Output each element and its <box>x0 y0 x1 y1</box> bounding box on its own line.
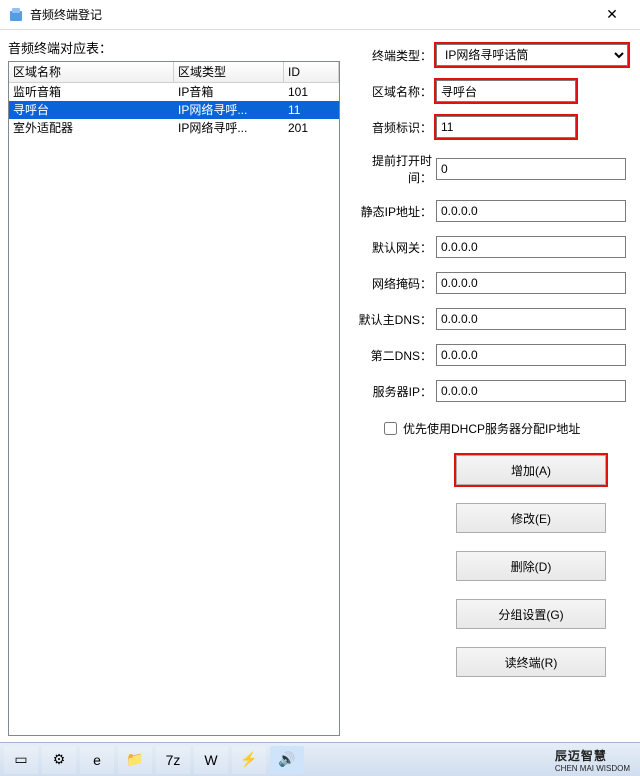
table-label: 音频终端对应表： <box>8 38 340 57</box>
table-row[interactable]: 室外适配器IP网络寻呼...201 <box>9 119 339 137</box>
terminal-type-label: 终端类型： <box>354 47 432 64</box>
brand-logo: 辰迈智慧 CHEN MAI WISDOM <box>555 747 636 773</box>
terminal-table[interactable]: 区域名称 区域类型 ID 监听音箱IP音箱101寻呼台IP网络寻呼...11室外… <box>8 61 340 736</box>
area-name-label: 区域名称： <box>354 83 432 100</box>
preopen-input[interactable] <box>436 158 626 180</box>
gateway-label: 默认网关： <box>354 239 432 256</box>
area-name-input[interactable] <box>436 80 576 102</box>
table-cell: 室外适配器 <box>9 119 174 137</box>
table-row[interactable]: 寻呼台IP网络寻呼...11 <box>9 101 339 119</box>
window-title: 音频终端登记 <box>30 6 592 23</box>
taskbar: ▭⚙e📁7zW⚡🔊 辰迈智慧 CHEN MAI WISDOM <box>0 742 640 776</box>
netmask-input[interactable] <box>436 272 626 294</box>
static-ip-input[interactable] <box>436 200 626 222</box>
netmask-label: 网络掩码： <box>354 275 432 292</box>
audio-id-input[interactable] <box>436 116 576 138</box>
th-area-name[interactable]: 区域名称 <box>9 62 174 82</box>
dns2-label: 第二DNS： <box>354 347 432 364</box>
dns1-input[interactable] <box>436 308 626 330</box>
table-cell: IP音箱 <box>174 83 284 101</box>
right-panel: 终端类型： IP网络寻呼话筒 区域名称： 音频标识： 提前打开时间： 静态IP地… <box>340 38 634 736</box>
modify-button[interactable]: 修改(E) <box>456 503 606 533</box>
table-row[interactable]: 监听音箱IP音箱101 <box>9 83 339 101</box>
table-cell: 101 <box>284 83 339 101</box>
table-header: 区域名称 区域类型 ID <box>9 62 339 83</box>
dns2-input[interactable] <box>436 344 626 366</box>
close-button[interactable]: ✕ <box>592 6 632 23</box>
taskbar-item[interactable]: 7z <box>156 746 190 774</box>
taskbar-item[interactable]: ⚡ <box>232 746 266 774</box>
table-cell: 11 <box>284 101 339 119</box>
group-button[interactable]: 分组设置(G) <box>456 599 606 629</box>
terminal-type-select[interactable]: IP网络寻呼话筒 <box>436 44 628 66</box>
taskbar-item[interactable]: e <box>80 746 114 774</box>
taskbar-item[interactable]: ▭ <box>4 746 38 774</box>
left-panel: 音频终端对应表： 区域名称 区域类型 ID 监听音箱IP音箱101寻呼台IP网络… <box>8 38 340 736</box>
th-area-type[interactable]: 区域类型 <box>174 62 284 82</box>
dhcp-checkbox[interactable] <box>384 422 397 435</box>
table-cell: 201 <box>284 119 339 137</box>
table-cell: IP网络寻呼... <box>174 119 284 137</box>
static-ip-label: 静态IP地址： <box>354 203 432 220</box>
read-button[interactable]: 读终端(R) <box>456 647 606 677</box>
th-id[interactable]: ID <box>284 62 339 82</box>
taskbar-item[interactable]: 🔊 <box>270 746 304 774</box>
add-button[interactable]: 增加(A) <box>456 455 606 485</box>
server-ip-input[interactable] <box>436 380 626 402</box>
table-cell: 监听音箱 <box>9 83 174 101</box>
dhcp-label: 优先使用DHCP服务器分配IP地址 <box>403 420 580 437</box>
app-icon <box>8 7 24 23</box>
title-bar: 音频终端登记 ✕ <box>0 0 640 30</box>
gateway-input[interactable] <box>436 236 626 258</box>
taskbar-item[interactable]: 📁 <box>118 746 152 774</box>
dns1-label: 默认主DNS： <box>354 311 432 328</box>
delete-button[interactable]: 删除(D) <box>456 551 606 581</box>
table-cell: IP网络寻呼... <box>174 101 284 119</box>
audio-id-label: 音频标识： <box>354 119 432 136</box>
server-ip-label: 服务器IP： <box>354 383 432 400</box>
preopen-label: 提前打开时间： <box>354 152 432 186</box>
taskbar-item[interactable]: ⚙ <box>42 746 76 774</box>
table-cell: 寻呼台 <box>9 101 174 119</box>
taskbar-item[interactable]: W <box>194 746 228 774</box>
